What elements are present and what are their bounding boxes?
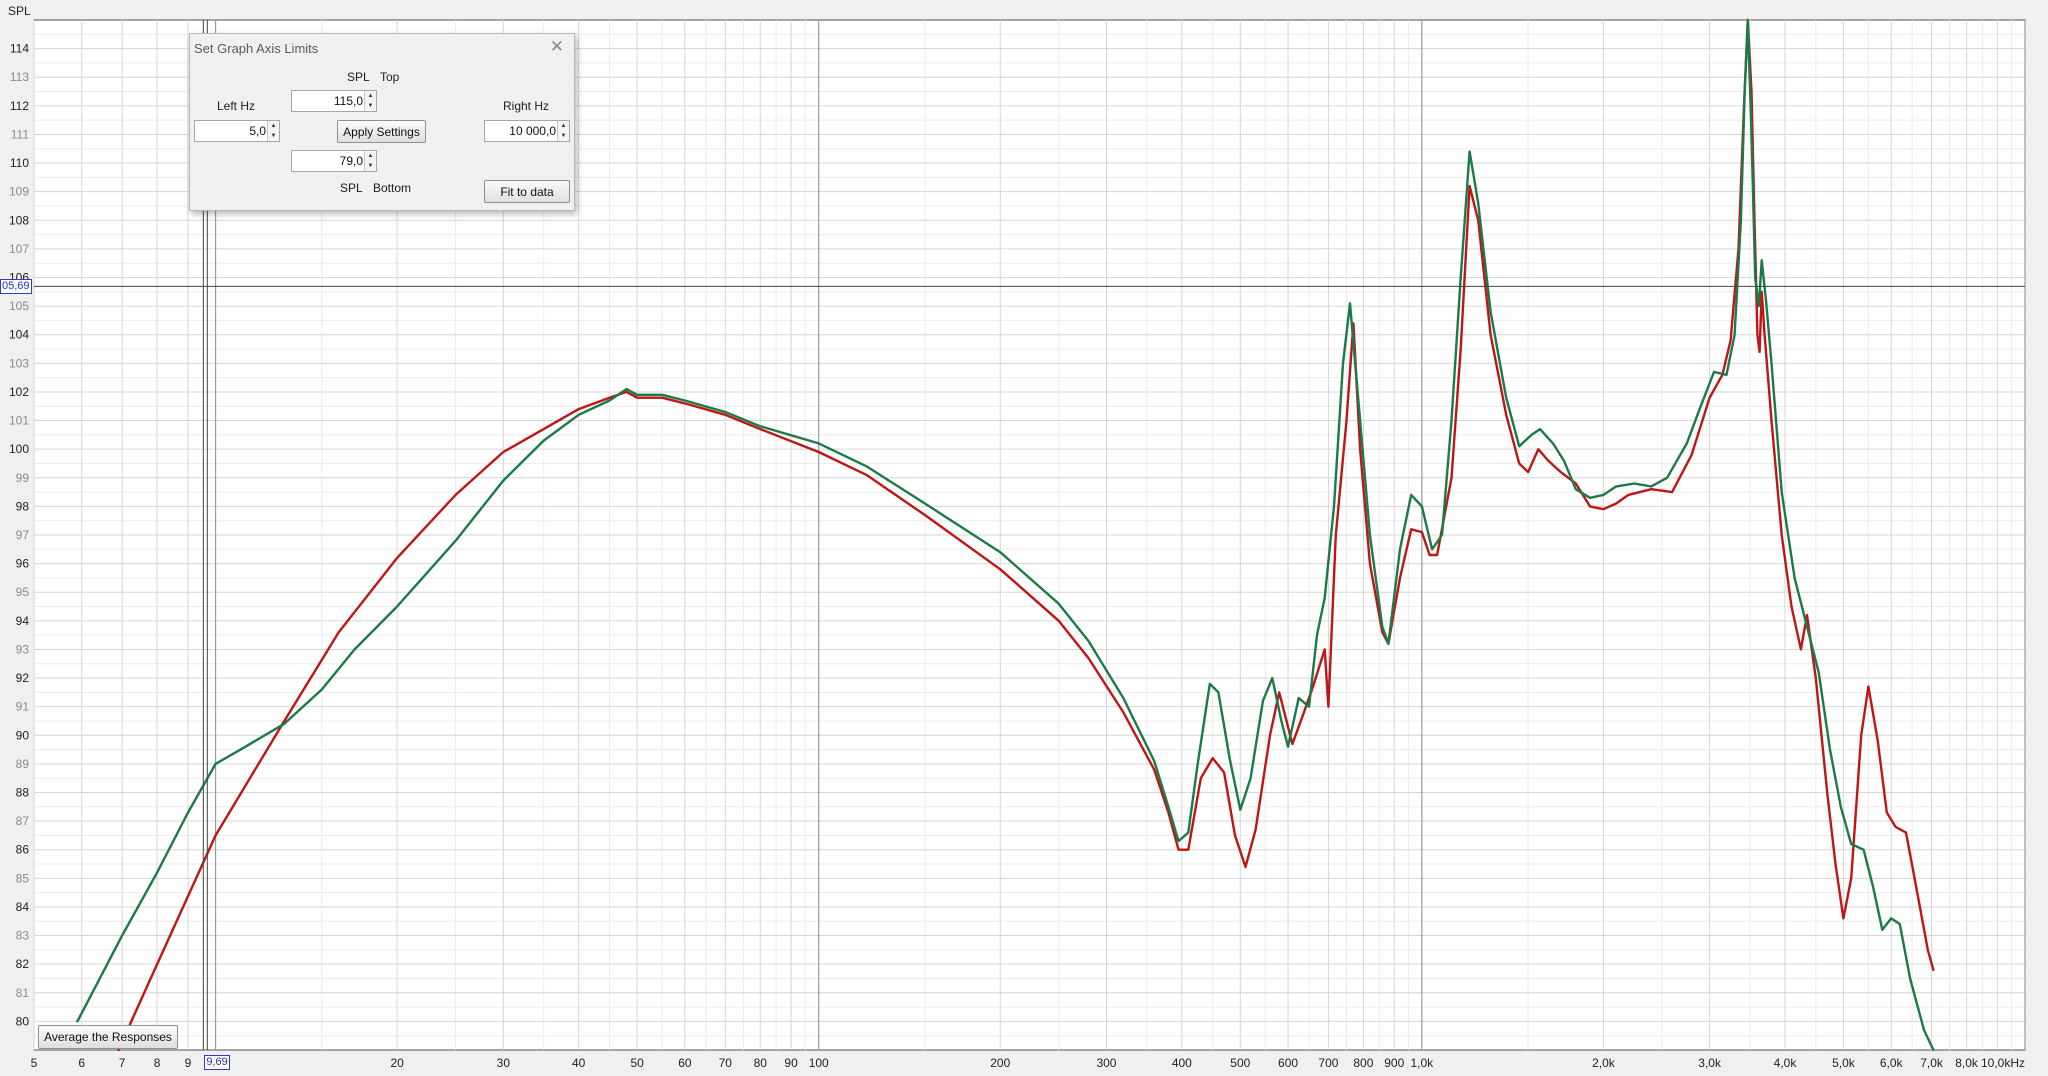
x-tick-label: 8 xyxy=(154,1056,161,1070)
x-tick-label: 5,0k xyxy=(1832,1056,1856,1070)
y-tick-label: 107 xyxy=(9,242,29,256)
y-tick-label: 105 xyxy=(9,299,29,313)
y-tick-label: 81 xyxy=(16,986,30,1000)
y-tick-label: 109 xyxy=(9,185,29,199)
x-tick-label: 6 xyxy=(78,1056,85,1070)
left-hz-caption: Left Hz xyxy=(217,99,256,113)
x-tick-label: 400 xyxy=(1172,1056,1192,1070)
x-tick-label: 60 xyxy=(678,1056,692,1070)
x-tick-label: 20 xyxy=(390,1056,404,1070)
close-icon[interactable]: ✕ xyxy=(550,37,564,57)
x-tick-label: 90 xyxy=(784,1056,798,1070)
right-hz-input[interactable] xyxy=(485,121,559,141)
x-tick-label: 40 xyxy=(572,1056,586,1070)
y-tick-label: 91 xyxy=(16,700,30,714)
y-tick-label: 104 xyxy=(9,328,29,342)
y-tick-label: 108 xyxy=(9,213,29,227)
y-tick-label: 103 xyxy=(9,356,29,370)
x-tick-label: 2,0k xyxy=(1592,1056,1616,1070)
y-tick-label: 87 xyxy=(16,814,30,828)
y-tick-label: 93 xyxy=(16,642,30,656)
y-tick-label: 86 xyxy=(16,843,30,857)
y-tick-label: 85 xyxy=(16,871,30,885)
y-tick-label: 89 xyxy=(16,757,30,771)
x-tick-label: 900 xyxy=(1384,1056,1404,1070)
x-tick-label: 80 xyxy=(754,1056,768,1070)
x-tick-label: 100 xyxy=(809,1056,829,1070)
left-hz-input[interactable] xyxy=(195,121,269,141)
y-tick-label: 95 xyxy=(16,585,30,599)
y-tick-label: 82 xyxy=(16,957,30,971)
y-tick-label: 80 xyxy=(16,1014,30,1028)
y-tick-label: 96 xyxy=(16,557,30,571)
x-tick-label: 7,0k xyxy=(1920,1056,1944,1070)
x-tick-label: 600 xyxy=(1278,1056,1298,1070)
spin-down-icon[interactable]: ▼ xyxy=(267,131,279,141)
average-responses-button[interactable]: Average the Responses xyxy=(38,1025,178,1049)
x-tick-label: 30 xyxy=(497,1056,511,1070)
bottom-spl-input[interactable] xyxy=(292,151,366,171)
y-tick-label: 88 xyxy=(16,786,30,800)
right-hz-field[interactable]: ▲ ▼ xyxy=(484,120,570,142)
x-tick-label: 3,0k xyxy=(1698,1056,1722,1070)
spin-down-icon[interactable]: ▼ xyxy=(557,131,569,141)
axis-limits-dialog: Set Graph Axis Limits ✕ SPL Top Left Hz … xyxy=(189,33,575,211)
x-tick-label: 500 xyxy=(1230,1056,1250,1070)
y-tick-label: 99 xyxy=(16,471,30,485)
y-axis-unit-label: SPL xyxy=(8,4,31,18)
x-axis-ticks: 5 6 7 8 9 20 30 40 50 60 70 80 90 100 200 300 400 500 600 7… xyxy=(31,1056,2025,1070)
cursor-hz-readout: 9,69 xyxy=(204,1055,230,1070)
y-tick-label: 83 xyxy=(16,929,30,943)
x-tick-label: 300 xyxy=(1096,1056,1116,1070)
right-hz-caption: Right Hz xyxy=(503,99,550,113)
x-tick-label: 700 xyxy=(1318,1056,1338,1070)
left-hz-field[interactable]: ▲ ▼ xyxy=(194,120,280,142)
bottom-caption: Bottom xyxy=(373,181,412,195)
top-spl-input[interactable] xyxy=(292,91,366,111)
x-tick-label: 200 xyxy=(990,1056,1010,1070)
x-tick-label: 6,0k xyxy=(1880,1056,1904,1070)
apply-settings-button[interactable]: Apply Settings xyxy=(337,120,426,143)
dialog-title: Set Graph Axis Limits xyxy=(194,41,319,56)
spin-down-icon[interactable]: ▼ xyxy=(364,161,376,171)
x-tick-label: 70 xyxy=(719,1056,733,1070)
x-tick-label: 7 xyxy=(119,1056,126,1070)
y-tick-label: 97 xyxy=(16,528,30,542)
bottom-spl-field[interactable]: ▲ ▼ xyxy=(291,150,377,172)
y-tick-label: 90 xyxy=(16,728,30,742)
y-tick-label: 114 xyxy=(10,42,29,56)
x-tick-label: 1,0k xyxy=(1411,1056,1435,1070)
y-tick-label: 100 xyxy=(9,442,29,456)
x-tick-label: 5 xyxy=(31,1056,38,1070)
y-tick-label: 98 xyxy=(16,499,30,513)
spl-bottom-caption: SPL xyxy=(340,181,363,195)
y-axis-ticks: 80 81 82 83 84 85 86 87 88 89 90 91 92 93 94 95 96 97 98 99… xyxy=(9,42,29,1029)
y-tick-label: 92 xyxy=(16,671,30,685)
x-tick-label: 4,0k xyxy=(1774,1056,1798,1070)
y-tick-label: 112 xyxy=(10,99,29,113)
y-tick-label: 110 xyxy=(10,156,29,170)
y-tick-label: 111 xyxy=(11,127,30,141)
y-tick-label: 101 xyxy=(9,414,29,428)
x-tick-label: 10,0kHz xyxy=(1981,1056,2025,1070)
cursor-spl-readout: 05,69 xyxy=(0,279,32,295)
x-tick-label: 50 xyxy=(630,1056,644,1070)
y-tick-label: 102 xyxy=(9,385,29,399)
spin-down-icon[interactable]: ▼ xyxy=(364,101,376,111)
y-tick-label: 84 xyxy=(16,900,30,914)
x-tick-label: 8,0k xyxy=(1955,1056,1979,1070)
x-tick-label: 800 xyxy=(1353,1056,1373,1070)
fit-to-data-button[interactable]: Fit to data xyxy=(484,180,570,203)
top-caption: Top xyxy=(380,70,400,84)
top-spl-field[interactable]: ▲ ▼ xyxy=(291,90,377,112)
spl-top-caption: SPL xyxy=(347,70,370,84)
x-tick-label: 9 xyxy=(185,1056,192,1070)
y-tick-label: 113 xyxy=(10,70,29,84)
y-tick-label: 94 xyxy=(16,614,30,628)
